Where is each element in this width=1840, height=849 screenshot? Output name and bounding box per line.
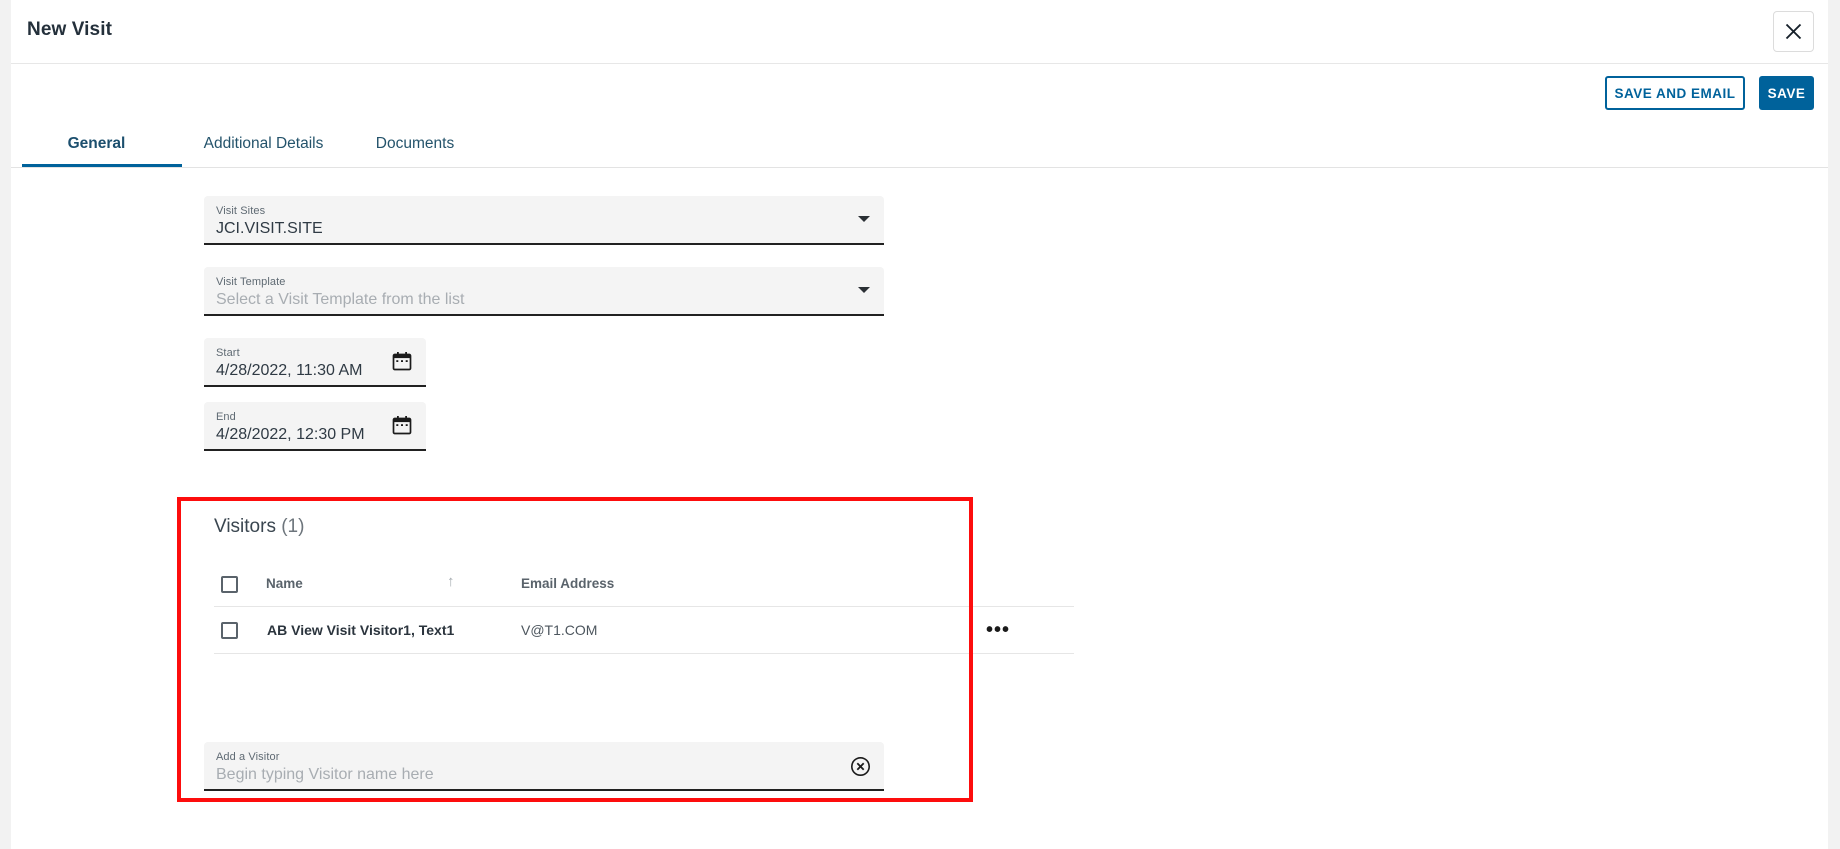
page-title: New Visit — [27, 19, 113, 40]
start-datetime-field[interactable]: Start 4/28/2022, 11:30 AM — [204, 338, 426, 387]
dialog-title-bar: New Visit — [11, 0, 1828, 64]
start-label: Start — [216, 347, 240, 359]
add-visitor-placeholder: Begin typing Visitor name here — [216, 766, 434, 783]
end-datetime-field[interactable]: End 4/28/2022, 12:30 PM — [204, 402, 426, 451]
tab-general[interactable]: General — [11, 120, 182, 167]
dialog-sheet: New Visit SAVE AND EMAIL SAVE General Ad… — [11, 0, 1828, 849]
row-select-checkbox[interactable] — [221, 622, 238, 639]
visitors-section-title: Visitors (1) — [214, 516, 304, 538]
cell-visitor-email: V@T1.COM — [521, 622, 598, 638]
column-header-email-address[interactable]: Email Address — [521, 576, 614, 591]
start-value: 4/28/2022, 11:30 AM — [216, 362, 363, 379]
cell-visitor-name: AB View Visit Visitor1, Text1 — [267, 622, 455, 638]
overflow-menu-icon[interactable]: ••• — [984, 617, 1012, 643]
close-button[interactable] — [1773, 11, 1814, 52]
save-button[interactable]: SAVE — [1759, 76, 1814, 110]
select-all-checkbox[interactable] — [221, 576, 238, 593]
end-value: 4/28/2022, 12:30 PM — [216, 426, 365, 443]
tab-bar: General Additional Details Documents — [11, 120, 1828, 168]
visit-template-label: Visit Template — [216, 276, 286, 288]
tab-bar-divider — [11, 167, 1828, 168]
chevron-down-icon[interactable] — [858, 216, 870, 222]
save-and-email-button[interactable]: SAVE AND EMAIL — [1605, 76, 1745, 110]
table-header-row: Name ↑ Email Address — [214, 565, 1074, 607]
column-header-name[interactable]: Name — [266, 576, 303, 591]
calendar-icon[interactable] — [392, 351, 412, 371]
visitors-title-text: Visitors — [214, 516, 276, 537]
table-row[interactable]: AB View Visit Visitor1, Text1 V@T1.COM •… — [214, 607, 1074, 654]
visit-template-select[interactable]: Visit Template Select a Visit Template f… — [204, 267, 884, 316]
add-visitor-input[interactable]: Add a Visitor Begin typing Visitor name … — [204, 742, 884, 791]
new-visit-dialog: New Visit SAVE AND EMAIL SAVE General Ad… — [0, 0, 1840, 849]
visitors-table: Name ↑ Email Address AB View Visit Visit… — [214, 565, 1074, 654]
tab-documents[interactable]: Documents — [345, 120, 485, 167]
visit-sites-label: Visit Sites — [216, 205, 266, 217]
chevron-down-icon[interactable] — [858, 287, 870, 293]
visitors-count: (1) — [281, 516, 305, 537]
close-icon — [1785, 23, 1802, 40]
tab-additional-details[interactable]: Additional Details — [182, 120, 345, 167]
visit-sites-select[interactable]: Visit Sites JCI.VISIT.SITE — [204, 196, 884, 245]
clear-circle-icon[interactable] — [850, 756, 871, 777]
sort-ascending-arrow-icon[interactable]: ↑ — [447, 573, 455, 590]
page-gutter-right — [1828, 0, 1840, 849]
visit-template-value: Select a Visit Template from the list — [216, 291, 465, 308]
page-gutter-left — [0, 0, 11, 849]
calendar-icon[interactable] — [392, 415, 412, 435]
dialog-action-bar: SAVE AND EMAIL SAVE — [11, 64, 1828, 120]
visit-sites-value: JCI.VISIT.SITE — [216, 220, 323, 237]
end-label: End — [216, 411, 236, 423]
add-visitor-label: Add a Visitor — [216, 751, 280, 763]
